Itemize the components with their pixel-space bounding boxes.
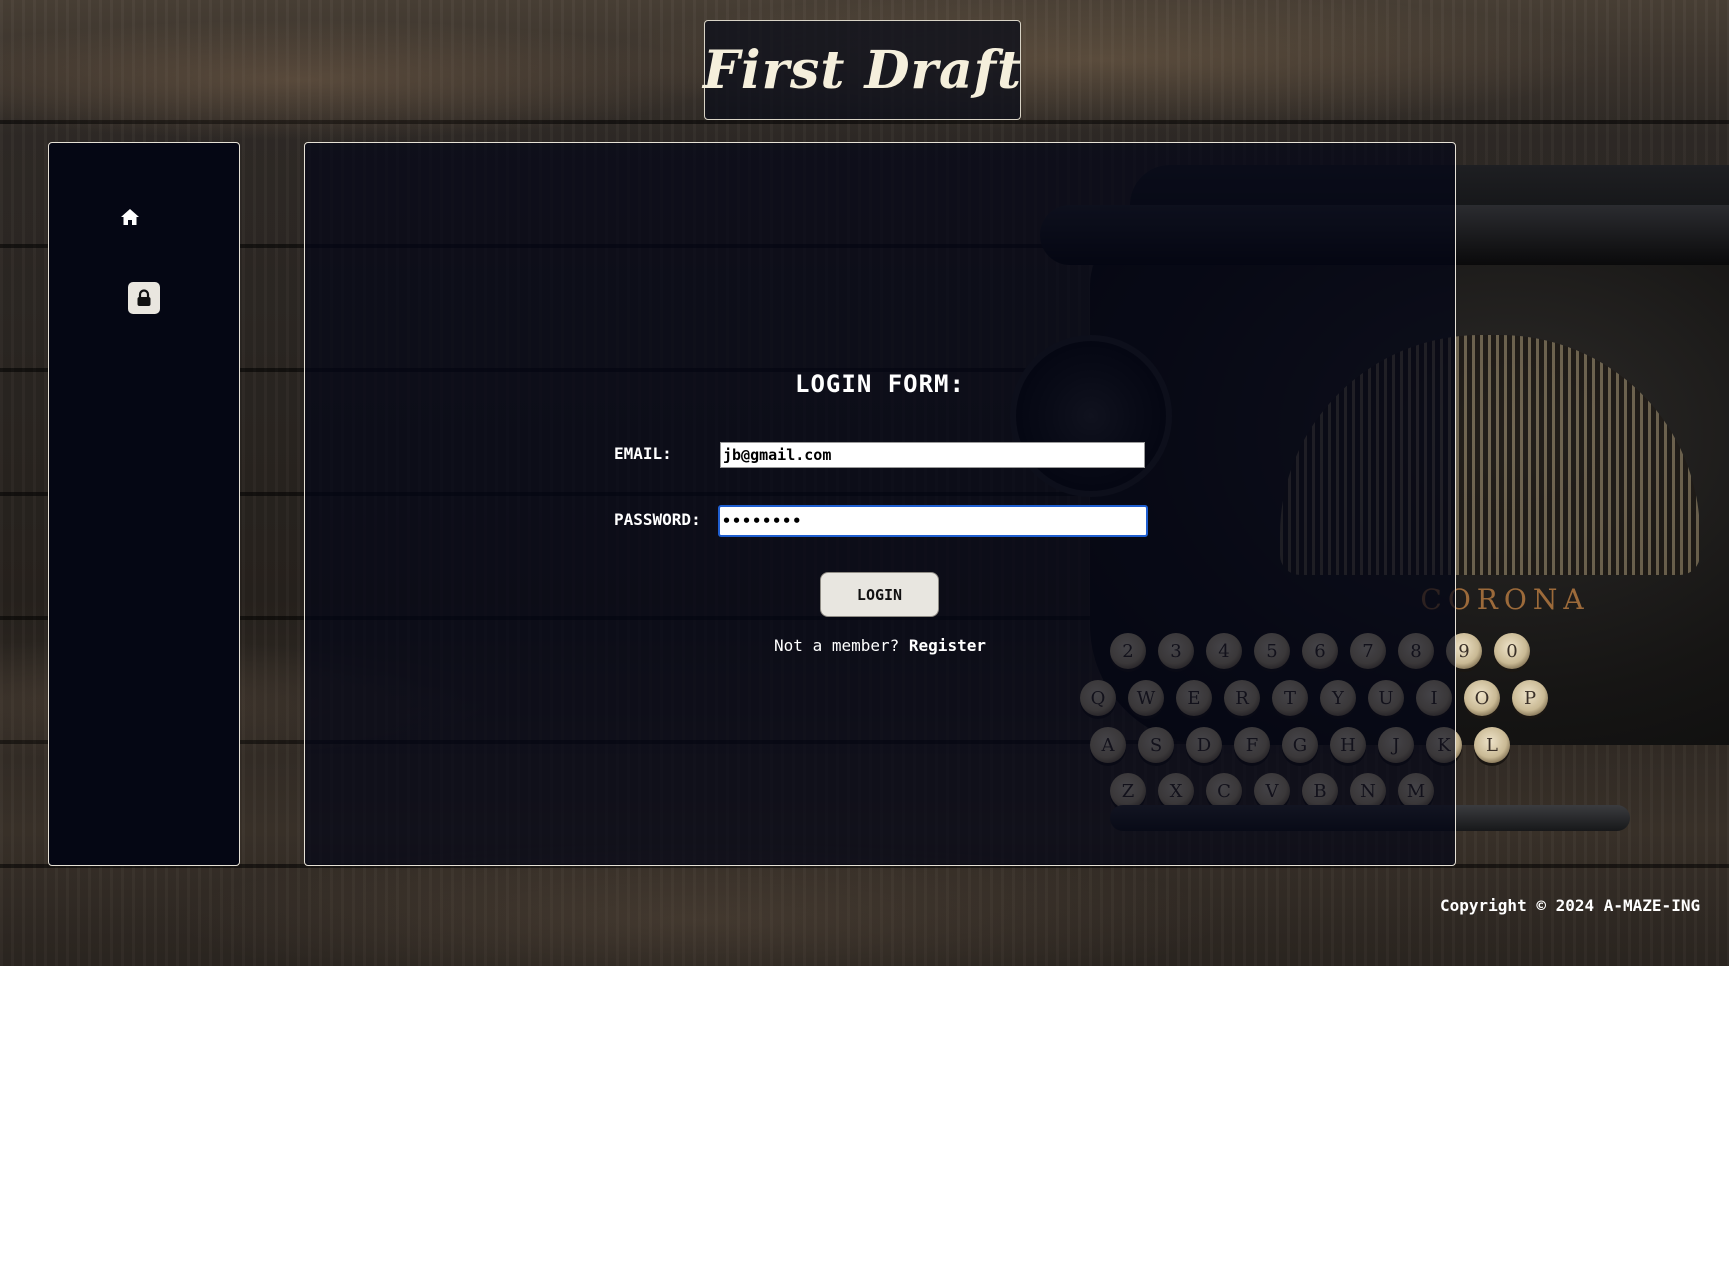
sidebar bbox=[48, 142, 240, 866]
sidebar-item-home[interactable] bbox=[116, 203, 144, 231]
copyright-text: Copyright © 2024 A-MAZE-ING bbox=[1440, 896, 1701, 915]
member-prompt-text: Not a member? bbox=[774, 636, 900, 655]
email-label: EMAIL: bbox=[614, 444, 672, 463]
password-label: PASSWORD: bbox=[614, 510, 701, 529]
typewriter-key: 0 bbox=[1494, 633, 1530, 669]
password-field[interactable]: •••••••• bbox=[718, 505, 1148, 537]
typewriter-key: O bbox=[1464, 680, 1500, 716]
email-value: jb@gmail.com bbox=[723, 446, 832, 464]
logo-text: First Draft bbox=[702, 39, 1023, 101]
register-link[interactable]: Register bbox=[909, 636, 986, 655]
home-icon bbox=[121, 209, 139, 225]
form-title: LOGIN FORM: bbox=[795, 370, 965, 398]
email-field[interactable]: jb@gmail.com bbox=[720, 442, 1145, 468]
login-button[interactable]: LOGIN bbox=[820, 572, 939, 617]
typewriter-key: L bbox=[1474, 727, 1510, 763]
main-panel bbox=[304, 142, 1456, 866]
register-prompt: Not a member? Register bbox=[304, 636, 1456, 655]
password-value: •••••••• bbox=[722, 512, 803, 530]
lock-icon bbox=[137, 289, 151, 306]
sidebar-item-login[interactable] bbox=[128, 282, 160, 314]
typewriter-key: P bbox=[1512, 680, 1548, 716]
site-logo[interactable]: First Draft bbox=[702, 20, 1023, 120]
